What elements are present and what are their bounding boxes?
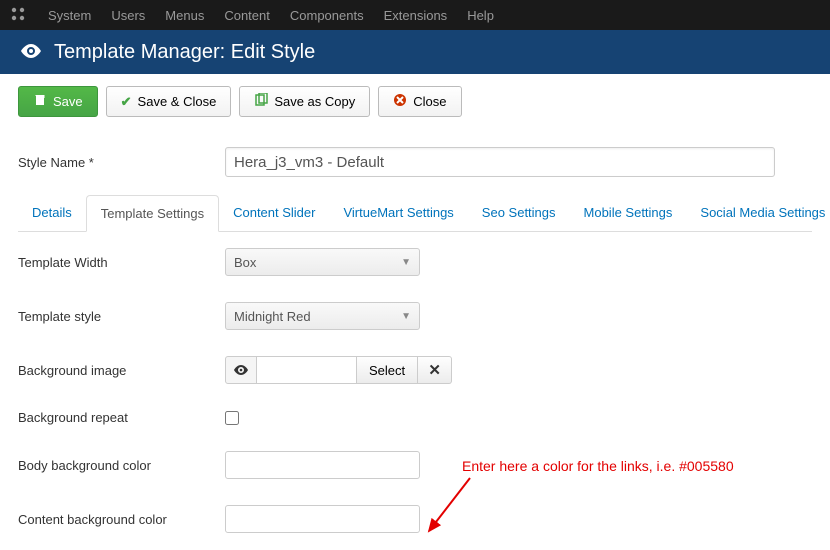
copy-icon <box>254 93 268 110</box>
content-bg-color-label: Content background color <box>18 512 225 527</box>
save-label: Save <box>53 94 83 109</box>
template-style-label: Template style <box>18 309 225 324</box>
background-image-label: Background image <box>18 363 225 378</box>
eye-icon <box>20 42 42 63</box>
nav-menus[interactable]: Menus <box>155 8 214 23</box>
template-style-value: Midnight Red <box>234 309 311 324</box>
page-header: Template Manager: Edit Style <box>0 30 830 74</box>
style-name-label: Style Name * <box>18 155 225 170</box>
chevron-down-icon: ▼ <box>401 257 411 268</box>
save-copy-button[interactable]: Save as Copy <box>239 86 370 117</box>
eye-icon <box>233 363 249 378</box>
nav-extensions[interactable]: Extensions <box>374 8 458 23</box>
select-image-button[interactable]: Select <box>357 356 418 384</box>
template-width-label: Template Width <box>18 255 225 270</box>
tab-mobile-settings[interactable]: Mobile Settings <box>570 195 687 231</box>
check-icon: ✔ <box>121 94 132 110</box>
preview-image-button[interactable] <box>225 356 257 384</box>
template-width-value: Box <box>234 255 256 270</box>
apply-icon <box>33 93 47 110</box>
chevron-down-icon: ▼ <box>401 311 411 322</box>
nav-components[interactable]: Components <box>280 8 374 23</box>
nav-system[interactable]: System <box>38 8 101 23</box>
body-bg-color-label: Body background color <box>18 458 225 473</box>
save-close-button[interactable]: ✔ Save & Close <box>106 86 232 117</box>
cancel-icon <box>393 93 407 110</box>
style-name-input[interactable] <box>225 147 775 177</box>
annotation-text: Enter here a color for the links, i.e. #… <box>462 458 734 474</box>
nav-content[interactable]: Content <box>214 8 280 23</box>
save-copy-label: Save as Copy <box>274 94 355 109</box>
save-button[interactable]: Save <box>18 86 98 117</box>
action-toolbar: Save ✔ Save & Close Save as Copy Close <box>0 74 830 129</box>
tab-bar: Details Template Settings Content Slider… <box>18 195 812 232</box>
tab-seo-settings[interactable]: Seo Settings <box>468 195 570 231</box>
template-width-select[interactable]: Box ▼ <box>225 248 420 276</box>
template-style-select[interactable]: Midnight Red ▼ <box>225 302 420 330</box>
close-button[interactable]: Close <box>378 86 461 117</box>
tab-content-slider[interactable]: Content Slider <box>219 195 329 231</box>
save-close-label: Save & Close <box>138 94 217 109</box>
nav-users[interactable]: Users <box>101 8 155 23</box>
content-bg-color-input[interactable] <box>225 505 420 533</box>
nav-help[interactable]: Help <box>457 8 504 23</box>
top-nav-bar: System Users Menus Content Components Ex… <box>0 0 830 30</box>
tab-social-media-settings[interactable]: Social Media Settings <box>686 195 830 231</box>
tab-virtuemart-settings[interactable]: VirtueMart Settings <box>329 195 467 231</box>
body-bg-color-input[interactable] <box>225 451 420 479</box>
background-image-input[interactable] <box>257 356 357 384</box>
annotation-arrow-icon <box>425 476 475 536</box>
joomla-logo-icon <box>10 6 26 25</box>
tab-details[interactable]: Details <box>18 195 86 231</box>
tab-template-settings[interactable]: Template Settings <box>86 195 219 232</box>
background-repeat-label: Background repeat <box>18 410 225 425</box>
background-repeat-checkbox[interactable] <box>225 411 239 425</box>
clear-image-button[interactable]: ✕ <box>418 356 452 384</box>
page-title: Template Manager: Edit Style <box>54 41 315 64</box>
close-icon: ✕ <box>428 361 441 379</box>
close-label: Close <box>413 94 446 109</box>
